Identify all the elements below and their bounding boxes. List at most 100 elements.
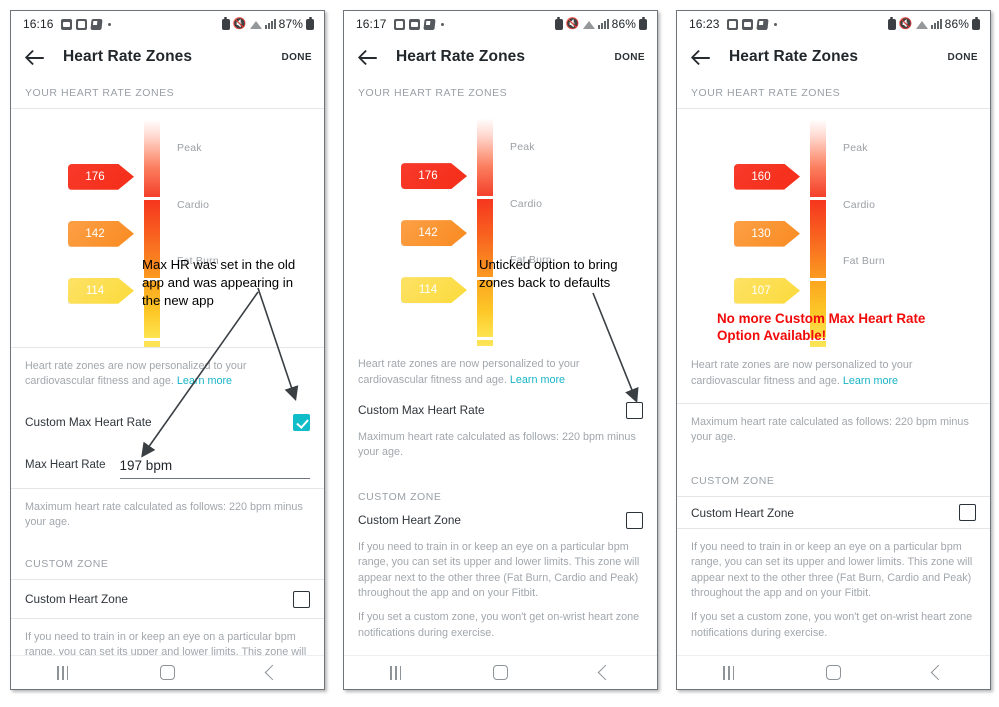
custom-zone-notes: If you need to train in or keep an eye o…: [677, 529, 990, 655]
custom-max-heart-rate-checkbox[interactable]: [626, 401, 643, 419]
status-time: 16:23: [689, 17, 720, 31]
custom-heart-zone-label: Custom Heart Zone: [358, 513, 461, 528]
status-right: 🔇 86%: [554, 16, 647, 31]
battery-saver-icon: [221, 16, 230, 30]
custom-max-heart-rate-label: Custom Max Heart Rate: [358, 403, 485, 418]
custom-zone-note-1: If you need to train in or keep an eye o…: [11, 619, 324, 656]
home-icon[interactable]: [826, 665, 842, 680]
status-bar: 16:23 🔇 86%: [677, 11, 990, 37]
personalized-note: Heart rate zones are now personalized to…: [344, 346, 657, 402]
three-panel-comparison: 16:16 🔇 87% Heart Rate Zones DONE YOUR H…: [0, 0, 999, 707]
app-bar: Heart Rate Zones DONE: [677, 37, 990, 77]
zone-segment-below: [477, 340, 493, 347]
app-bar: Heart Rate Zones DONE: [11, 37, 324, 77]
battery-percent: 87%: [278, 17, 303, 31]
mail-icon: [60, 18, 72, 30]
max-heart-rate-note: Maximum heart rate calculated as follows…: [11, 488, 324, 545]
learn-more-link[interactable]: Learn more: [177, 375, 232, 387]
zone-value-tag-cardio: 142: [401, 220, 467, 247]
zone-label-cardio: Cardio: [510, 198, 543, 211]
home-icon[interactable]: [160, 665, 176, 681]
custom-heart-zone-checkbox[interactable]: [293, 590, 310, 608]
wifi-icon: [249, 19, 262, 29]
custom-zone-note-1: If you need to train in or keep an eye o…: [358, 541, 640, 599]
recent-apps-icon[interactable]: [389, 665, 402, 680]
done-button[interactable]: DONE: [948, 52, 979, 63]
battery-percent: 86%: [944, 17, 969, 31]
app-icon: [755, 18, 769, 30]
battery-saver-icon: [554, 16, 563, 30]
battery-icon: [639, 16, 647, 30]
custom-heart-zone-row[interactable]: Custom Heart Zone: [677, 496, 990, 529]
page-title: Heart Rate Zones: [63, 48, 193, 65]
zone-value-tag-fat-burn: 114: [401, 277, 467, 304]
recent-apps-icon[interactable]: [722, 665, 735, 680]
status-bar: 16:17 🔇 86%: [344, 11, 657, 37]
wifi-icon: [915, 19, 928, 29]
gallery-icon: [393, 18, 405, 30]
app-icon: [422, 18, 436, 30]
zone-value-tag-fat-burn: 114: [68, 277, 134, 304]
learn-more-link[interactable]: Learn more: [843, 375, 898, 387]
max-heart-rate-field-row[interactable]: Max Heart Rate 197 bpm: [11, 441, 324, 479]
back-arrow-icon[interactable]: [691, 46, 713, 68]
zone-label-fat-burn: Fat Burn: [510, 254, 552, 267]
battery-percent: 86%: [611, 17, 636, 31]
home-icon[interactable]: [493, 665, 509, 680]
section-header-custom-zone: CUSTOM ZONE: [344, 474, 657, 512]
gallery-icon: [726, 18, 738, 30]
section-header-custom-zone: CUSTOM ZONE: [677, 459, 990, 497]
signal-icon: [930, 19, 942, 29]
gallery-icon: [75, 18, 87, 30]
zone-label-peak: Peak: [177, 141, 202, 154]
heart-rate-zones-chart: Peak Cardio Fat Burn 176 142 114: [11, 108, 324, 347]
done-button[interactable]: DONE: [615, 52, 646, 63]
custom-max-heart-rate-checkbox[interactable]: [293, 413, 310, 431]
section-header-zones: YOUR HEART RATE ZONES: [677, 77, 990, 108]
custom-zone-note-2: If you set a custom zone, you won't get …: [358, 611, 640, 639]
panel-3-slot: 16:23 🔇 86% Heart Rate Zones DONE YOUR H…: [666, 0, 999, 707]
custom-heart-zone-checkbox[interactable]: [626, 511, 643, 529]
back-icon[interactable]: [264, 664, 281, 681]
back-arrow-icon[interactable]: [358, 46, 380, 68]
learn-more-link[interactable]: Learn more: [510, 374, 565, 386]
zone-segment-peak: [477, 118, 493, 197]
custom-heart-zone-row[interactable]: Custom Heart Zone: [344, 511, 657, 529]
recent-apps-icon[interactable]: [56, 665, 69, 680]
custom-max-heart-rate-row[interactable]: Custom Max Heart Rate: [11, 403, 324, 442]
heart-rate-zones-chart: Peak Cardio Fat Burn 176 142 114: [344, 108, 657, 347]
personalized-note: Heart rate zones are now personalized to…: [11, 347, 324, 404]
zone-segment-below: [144, 340, 160, 347]
zone-gradient-bar: [810, 118, 826, 347]
panel-2-slot: 16:17 🔇 86% Heart Rate Zones DONE YOUR H…: [333, 0, 666, 707]
back-arrow-icon[interactable]: [25, 46, 47, 68]
back-icon[interactable]: [597, 664, 614, 681]
zone-segment-cardio: [810, 199, 826, 278]
custom-zone-note-1: If you need to train in or keep an eye o…: [691, 541, 973, 600]
max-heart-rate-input[interactable]: 197 bpm: [119, 458, 310, 479]
zone-value-tag-peak: 176: [401, 163, 467, 190]
battery-saver-icon: [887, 16, 896, 30]
app-bar: Heart Rate Zones DONE: [344, 37, 657, 77]
zone-value-tag-peak: 176: [68, 163, 134, 190]
custom-heart-zone-label: Custom Heart Zone: [25, 592, 128, 607]
custom-max-heart-rate-row[interactable]: Custom Max Heart Rate: [344, 401, 657, 419]
section-header-zones: YOUR HEART RATE ZONES: [11, 77, 324, 108]
system-nav-bar: [11, 655, 324, 689]
mute-icon: 🔇: [565, 17, 580, 30]
zone-segment-fat-burn: [144, 280, 160, 338]
app-icon: [89, 18, 103, 30]
zone-segment-fat-burn: [810, 280, 826, 338]
zone-value-tag-cardio: 142: [68, 220, 134, 247]
custom-heart-zone-checkbox[interactable]: [959, 504, 976, 522]
custom-heart-zone-row[interactable]: Custom Heart Zone: [11, 580, 324, 619]
back-icon[interactable]: [930, 664, 947, 681]
mute-icon: 🔇: [898, 17, 913, 30]
max-heart-rate-note: Maximum heart rate calculated as follows…: [677, 403, 990, 460]
personalized-note: Heart rate zones are now personalized to…: [677, 347, 990, 403]
section-header-zones: YOUR HEART RATE ZONES: [344, 77, 657, 108]
zone-segment-peak: [810, 118, 826, 197]
zone-segment-cardio: [477, 199, 493, 278]
done-button[interactable]: DONE: [282, 52, 313, 63]
wifi-icon: [582, 19, 595, 29]
